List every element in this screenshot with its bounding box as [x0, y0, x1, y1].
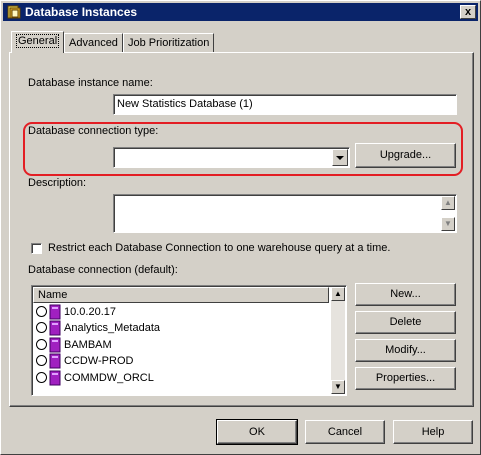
scroll-up-icon[interactable]: ▲	[331, 287, 345, 301]
delete-button-label: Delete	[389, 316, 422, 328]
close-icon: x	[464, 6, 472, 18]
instance-name-value: New Statistics Database (1)	[117, 98, 253, 110]
radio-icon	[36, 355, 47, 366]
database-icon	[49, 337, 61, 353]
description-input[interactable]: ▲ ▼	[113, 194, 457, 233]
help-button-label: Help	[421, 426, 445, 438]
list-item-label: Analytics_Metadata	[64, 322, 160, 334]
list-item-label: BAMBAM	[64, 339, 112, 351]
name-column-header-label: Name	[38, 289, 68, 301]
ok-button[interactable]: OK	[216, 419, 298, 445]
tab-job-prioritization-label: Job Prioritization	[128, 37, 210, 49]
database-app-icon	[7, 5, 21, 19]
tab-advanced[interactable]: Advanced	[64, 33, 123, 52]
scroll-down-icon[interactable]: ▼	[331, 380, 345, 394]
database-instances-dialog: Database Instances x General Advanced Jo…	[0, 0, 481, 455]
delete-button[interactable]: Delete	[355, 311, 456, 334]
description-label: Description:	[28, 177, 87, 189]
highlight-annotation	[23, 122, 463, 176]
close-button[interactable]: x	[460, 5, 476, 19]
radio-icon	[36, 339, 47, 350]
properties-button-label: Properties...	[375, 372, 436, 384]
connection-default-label: Database connection (default):	[28, 264, 178, 276]
list-scrollbar[interactable]: ▲ ▼	[331, 287, 345, 394]
database-icon	[49, 304, 61, 320]
tab-job-prioritization[interactable]: Job Prioritization	[123, 33, 215, 52]
description-scroll-down-button[interactable]: ▼	[441, 217, 455, 231]
cancel-button[interactable]: Cancel	[305, 420, 385, 444]
modify-button[interactable]: Modify...	[355, 339, 456, 362]
tab-general[interactable]: General	[11, 31, 65, 53]
title-bar[interactable]: Database Instances x	[3, 3, 478, 21]
list-item-label: CCDW-PROD	[64, 355, 134, 367]
database-icon	[49, 370, 61, 386]
list-item-label: COMMDW_ORCL	[64, 372, 154, 384]
radio-icon	[36, 372, 47, 383]
list-item-label: 10.0.20.17	[64, 306, 116, 318]
tab-general-label: General	[16, 34, 60, 48]
modify-button-label: Modify...	[385, 344, 426, 356]
ok-button-label: OK	[249, 426, 265, 438]
instance-name-input[interactable]: New Statistics Database (1)	[113, 94, 457, 115]
name-column-header[interactable]: Name	[33, 287, 329, 303]
radio-icon	[36, 322, 47, 333]
cancel-button-label: Cancel	[327, 426, 363, 438]
help-button[interactable]: Help	[393, 420, 473, 444]
properties-button[interactable]: Properties...	[355, 367, 456, 390]
radio-icon	[36, 306, 47, 317]
restrict-checkbox-label[interactable]: Restrict each Database Connection to one…	[48, 242, 390, 254]
new-button-label: New...	[390, 288, 421, 300]
database-icon	[49, 320, 61, 336]
tab-advanced-label: Advanced	[69, 37, 118, 49]
description-scroll-up-button[interactable]: ▲	[441, 196, 455, 210]
connection-list[interactable]: Name 10.0.20.17 Analytics_Metadata BAMBA…	[31, 285, 347, 396]
window-title: Database Instances	[25, 5, 138, 19]
database-icon	[49, 353, 61, 369]
instance-name-label: Database instance name:	[28, 77, 153, 89]
new-button[interactable]: New...	[355, 283, 456, 306]
restrict-checkbox[interactable]	[31, 243, 42, 254]
